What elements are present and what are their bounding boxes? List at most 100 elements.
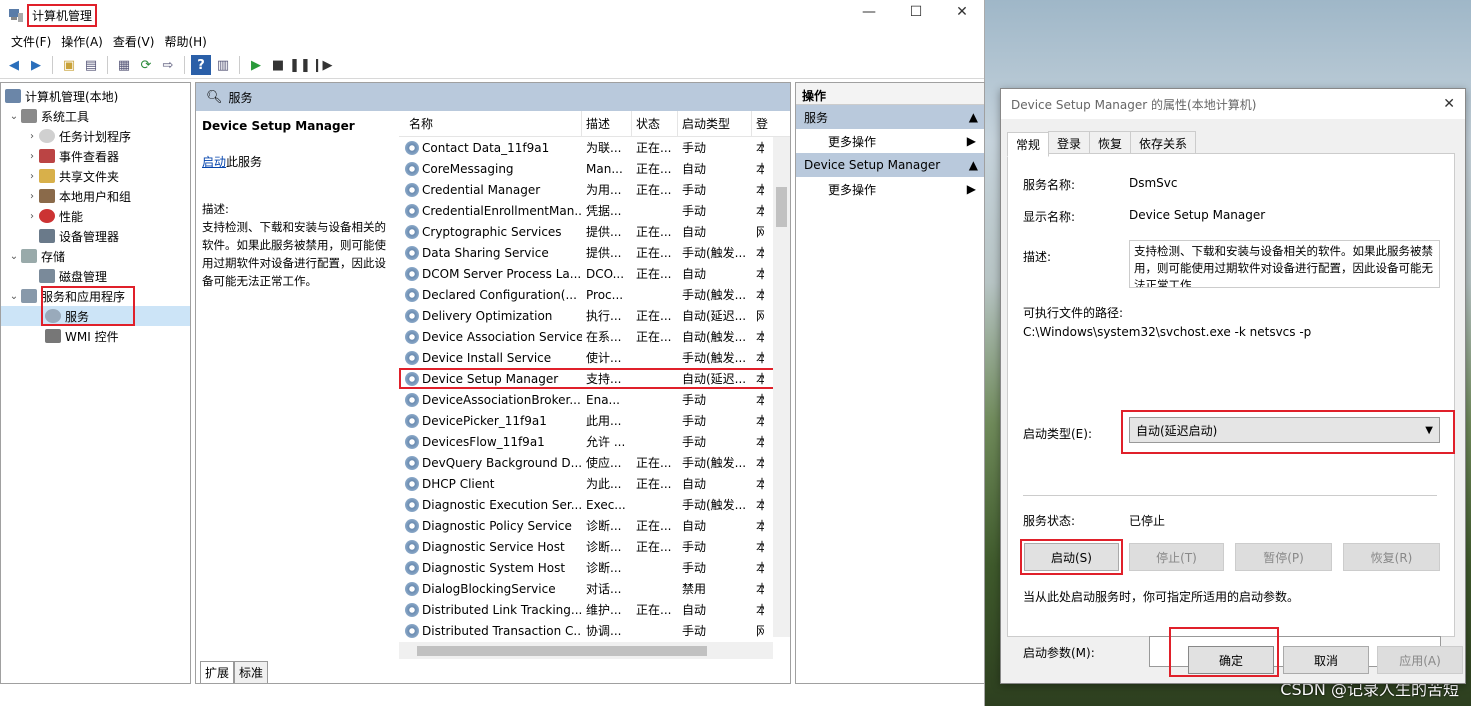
tab-standard[interactable]: 标准	[234, 661, 269, 683]
chevron-right-icon[interactable]: ›	[25, 211, 39, 222]
table-row[interactable]: CoreMessaging Man... 正在... 自动 本	[399, 158, 790, 179]
resume-button[interactable]: 恢复(R)	[1343, 543, 1440, 571]
tree-wmi[interactable]: WMI 控件	[1, 326, 190, 346]
tree-disk-management[interactable]: 磁盘管理	[1, 266, 190, 286]
chevron-right-icon[interactable]: ›	[25, 131, 39, 142]
service-status-cell: 正在...	[636, 330, 672, 344]
restart-icon[interactable]: ❙▶	[312, 55, 333, 75]
cancel-button[interactable]: 取消	[1283, 646, 1369, 674]
tree-event-viewer[interactable]: › 事件查看器	[1, 146, 190, 166]
table-row[interactable]: Data Sharing Service 提供... 正在... 手动(触发... 本	[399, 242, 790, 263]
play-icon[interactable]: ▶	[246, 55, 266, 75]
start-service-link[interactable]: 启动	[202, 155, 226, 169]
back-icon[interactable]: ◀	[4, 55, 24, 75]
maximize-button[interactable]: ☐	[903, 4, 929, 24]
service-status-cell: 正在...	[636, 225, 672, 239]
table-row[interactable]: DevQuery Background D... 使应... 正在... 手动(触发.…	[399, 452, 790, 473]
tree-system-tools[interactable]: ⌄ 系统工具	[1, 106, 190, 126]
chevron-down-icon[interactable]: ⌄	[7, 291, 21, 302]
table-row[interactable]: CredentialEnrollmentMan... 凭据... 手动 本	[399, 200, 790, 221]
tab-extended[interactable]: 扩展	[200, 661, 235, 683]
more-actions-device-setup[interactable]: 更多操作 ▶	[796, 177, 984, 201]
service-name-cell: Device Install Service	[399, 350, 582, 365]
apply-button[interactable]: 应用(A)	[1377, 646, 1463, 674]
stop-icon[interactable]: ■	[268, 55, 288, 75]
table-row[interactable]: DeviceAssociationBroker... Ena... 手动 本	[399, 389, 790, 410]
table-row[interactable]: Delivery Optimization 执行... 正在... 自动(延迟... 网	[399, 305, 790, 326]
view-icon[interactable]: ▥	[213, 55, 233, 75]
close-button[interactable]: ✕	[949, 4, 975, 24]
service-desc-cell: 允许 ...	[586, 435, 626, 449]
table-row[interactable]: Cryptographic Services 提供... 正在... 自动 网	[399, 221, 790, 242]
shared-folder-icon	[39, 169, 55, 183]
tree-local-users[interactable]: › 本地用户和组	[1, 186, 190, 206]
table-row[interactable]: Contact Data_11f9a1 为联... 正在... 手动 本	[399, 137, 790, 158]
menu-action[interactable]: 操作(A)	[56, 30, 108, 52]
chevron-down-icon[interactable]: ⌄	[7, 111, 21, 122]
service-startup-cell: 手动(触发...	[682, 456, 747, 470]
table-row[interactable]: Diagnostic Service Host 诊断... 正在... 手动 本	[399, 536, 790, 557]
menu-view[interactable]: 查看(V)	[108, 30, 160, 52]
column-name[interactable]: 名称	[399, 111, 582, 136]
service-logon-cell: 本	[752, 328, 764, 345]
horizontal-scrollbar[interactable]	[399, 642, 773, 659]
service-startup-cell: 手动	[682, 540, 707, 554]
minimize-button[interactable]: —	[856, 4, 882, 24]
tab-general[interactable]: 常规	[1007, 132, 1050, 157]
forward-icon[interactable]: ▶	[26, 55, 46, 75]
help-icon[interactable]: ?	[191, 55, 211, 75]
table-row[interactable]: Declared Configuration(... Proc... 手动(触发..…	[399, 284, 790, 305]
more-actions-services[interactable]: 更多操作 ▶	[796, 129, 984, 153]
tree-task-scheduler[interactable]: › 任务计划程序	[1, 126, 190, 146]
description-textbox[interactable]: 支持检测、下载和安装与设备相关的软件。如果此服务被禁用，则可能使用过期软件对设备…	[1129, 240, 1440, 288]
tree-performance[interactable]: › 性能	[1, 206, 190, 226]
table-row[interactable]: DevicesFlow_11f9a1 允许 ... 手动 本	[399, 431, 790, 452]
table-row[interactable]: Diagnostic Policy Service 诊断... 正在... 自动 本	[399, 515, 790, 536]
pause-button[interactable]: 暂停(P)	[1235, 543, 1332, 571]
table-row[interactable]: DHCP Client 为此... 正在... 自动 本	[399, 473, 790, 494]
column-description[interactable]: 描述	[582, 111, 632, 136]
vertical-scrollbar[interactable]	[773, 137, 790, 637]
service-name-cell: Distributed Transaction C...	[399, 623, 582, 638]
service-startup-cell: 手动(触发...	[682, 498, 747, 512]
close-icon[interactable]: ✕	[1443, 96, 1455, 112]
service-desc-cell: 维护...	[586, 603, 622, 617]
table-row[interactable]: Distributed Transaction C... 协调... 手动 网	[399, 620, 790, 641]
stop-button[interactable]: 停止(T)	[1129, 543, 1224, 571]
table-row[interactable]: Device Install Service 使计... 手动(触发... 本	[399, 347, 790, 368]
actions-section-device-setup[interactable]: Device Setup Manager ▲	[796, 153, 984, 177]
service-name-value: DsmSvc	[1129, 176, 1178, 190]
tree-storage[interactable]: ⌄ 存储	[1, 246, 190, 266]
table-row[interactable]: Credential Manager 为用... 正在... 手动 本	[399, 179, 790, 200]
show-tree-icon[interactable]: ▤	[81, 55, 101, 75]
table-row[interactable]: Distributed Link Tracking... 维护... 正在... 自动…	[399, 599, 790, 620]
table-row[interactable]: Device Setup Manager 支持... 自动(延迟... 本	[399, 368, 790, 389]
chevron-down-icon[interactable]: ⌄	[7, 251, 21, 262]
menu-bar: 文件(F) 操作(A) 查看(V) 帮助(H)	[0, 30, 984, 52]
table-row[interactable]: Diagnostic System Host 诊断... 手动 本	[399, 557, 790, 578]
chevron-right-icon[interactable]: ›	[25, 151, 39, 162]
tree-shared-folders[interactable]: › 共享文件夹	[1, 166, 190, 186]
properties-icon[interactable]: ▦	[114, 55, 134, 75]
table-row[interactable]: Device Association Service 在系... 正在... 自动(触…	[399, 326, 790, 347]
column-status[interactable]: 状态	[632, 111, 678, 136]
pause-icon[interactable]: ❚❚	[289, 55, 311, 75]
column-startup-type[interactable]: 启动类型	[678, 111, 752, 136]
chevron-right-icon[interactable]: ›	[25, 171, 39, 182]
column-logon[interactable]: 登	[752, 111, 768, 136]
gear-icon	[405, 539, 419, 554]
tree-device-manager[interactable]: 设备管理器	[1, 226, 190, 246]
up-folder-icon[interactable]: ▣	[59, 55, 79, 75]
export-icon[interactable]: ⇨	[158, 55, 178, 75]
chevron-right-icon[interactable]: ›	[25, 191, 39, 202]
menu-file[interactable]: 文件(F)	[6, 30, 56, 52]
table-row[interactable]: DialogBlockingService 对话... 禁用 本	[399, 578, 790, 599]
menu-help[interactable]: 帮助(H)	[159, 30, 211, 52]
refresh-icon[interactable]: ⟳	[136, 55, 156, 75]
table-row[interactable]: DevicePicker_11f9a1 此用... 手动 本	[399, 410, 790, 431]
service-startup-cell: 手动(触发...	[682, 288, 747, 302]
tree-root[interactable]: 计算机管理(本地)	[1, 86, 190, 106]
actions-section-services[interactable]: 服务 ▲	[796, 105, 984, 129]
table-row[interactable]: Diagnostic Execution Ser... Exec... 手动(触发.…	[399, 494, 790, 515]
table-row[interactable]: DCOM Server Process La... DCO... 正在... 自动 本	[399, 263, 790, 284]
